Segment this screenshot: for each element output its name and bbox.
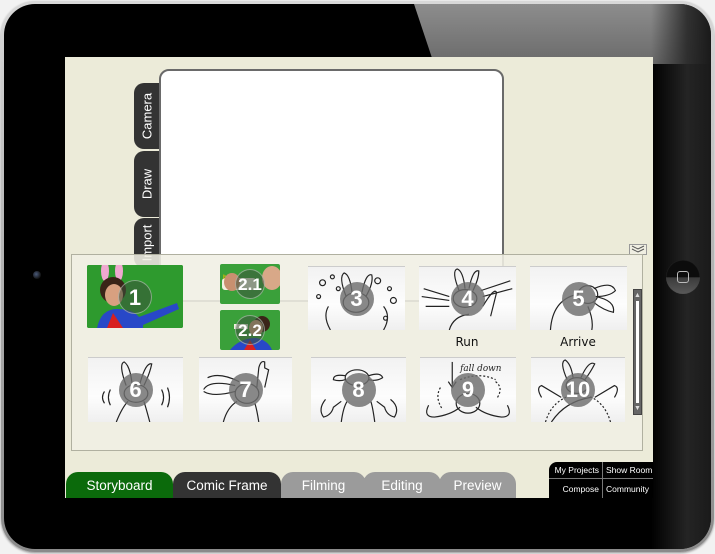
frame-thumbnail[interactable]: 3 — [308, 266, 405, 330]
tab-label: Storyboard — [86, 477, 153, 493]
frame-number-badge: 2.2 — [235, 315, 265, 345]
home-square-icon — [677, 271, 689, 283]
side-tab-draw[interactable]: Draw — [134, 151, 160, 217]
frame-thumbnail[interactable]: 4 — [419, 266, 516, 330]
side-tab-label: Draw — [139, 168, 155, 200]
frame-number-badge: 9 — [451, 373, 485, 407]
frames-scrollbar[interactable]: ▲ ▼ — [633, 289, 642, 415]
frame-number-badge: 7 — [228, 373, 263, 407]
frame-number-badge: 8 — [341, 373, 376, 407]
frame-thumbnail[interactable]: 5 — [530, 266, 627, 330]
home-button[interactable] — [666, 260, 700, 294]
link-community[interactable]: Community — [602, 479, 653, 498]
bezel: Camera Draw Import 1 2.1 2.2 3 4 Run 5 A… — [4, 4, 711, 549]
frame-caption: Run — [455, 335, 479, 349]
tab-label: Editing — [381, 477, 423, 493]
frame-number-badge: 5 — [561, 281, 596, 316]
scroll-down-arrow-icon[interactable]: ▼ — [634, 404, 641, 413]
frame-thumbnail[interactable]: 10 — [531, 357, 625, 422]
link-my-projects[interactable]: My Projects — [549, 462, 602, 479]
frame-thumbnail[interactable]: 6 — [88, 357, 183, 422]
frame-caption: Arrive — [560, 335, 596, 349]
frame-number-badge: 6 — [118, 373, 153, 407]
frame-number-badge: 3 — [339, 281, 374, 316]
front-camera-icon — [33, 271, 41, 279]
tab-editing[interactable]: Editing — [363, 472, 441, 498]
frame-thumbnail[interactable]: 2.2 — [220, 310, 280, 350]
scroll-up-arrow-icon[interactable]: ▲ — [634, 291, 641, 300]
frame-thumbnail[interactable]: 1 — [87, 265, 183, 328]
frame-thumbnail[interactable]: 7 — [199, 357, 292, 422]
link-compose[interactable]: Compose — [549, 479, 602, 498]
tab-label: Comic Frame — [186, 477, 268, 493]
nav-links-box: My Projects Show Room Compose Community — [549, 462, 653, 498]
tab-storyboard[interactable]: Storyboard — [66, 472, 173, 498]
tab-label: Filming — [301, 477, 346, 493]
frame-thumbnail[interactable]: fall down 9 — [420, 357, 516, 422]
tab-comic-frame[interactable]: Comic Frame — [173, 472, 281, 498]
chevron-double-down-icon — [631, 245, 645, 253]
tab-preview[interactable]: Preview — [439, 472, 516, 498]
frame-number-badge: 10 — [561, 373, 595, 407]
frame-thumbnail[interactable]: 8 — [311, 357, 406, 422]
side-tab-camera[interactable]: Camera — [134, 83, 160, 149]
tab-label: Preview — [453, 477, 502, 493]
tab-filming[interactable]: Filming — [281, 472, 366, 498]
frame-number-badge: 1 — [118, 279, 152, 314]
link-show-room[interactable]: Show Room — [602, 462, 653, 479]
ipad-frame: Camera Draw Import 1 2.1 2.2 3 4 Run 5 A… — [1, 1, 714, 552]
frame-number-badge: 4 — [450, 281, 485, 316]
frame-number-badge: 2.1 — [235, 269, 265, 299]
frame-thumbnail[interactable]: hins 2.1 — [220, 264, 280, 304]
scroll-track[interactable] — [636, 301, 639, 403]
app-screen: Camera Draw Import 1 2.1 2.2 3 4 Run 5 A… — [65, 57, 653, 498]
side-tab-label: Camera — [139, 92, 155, 140]
